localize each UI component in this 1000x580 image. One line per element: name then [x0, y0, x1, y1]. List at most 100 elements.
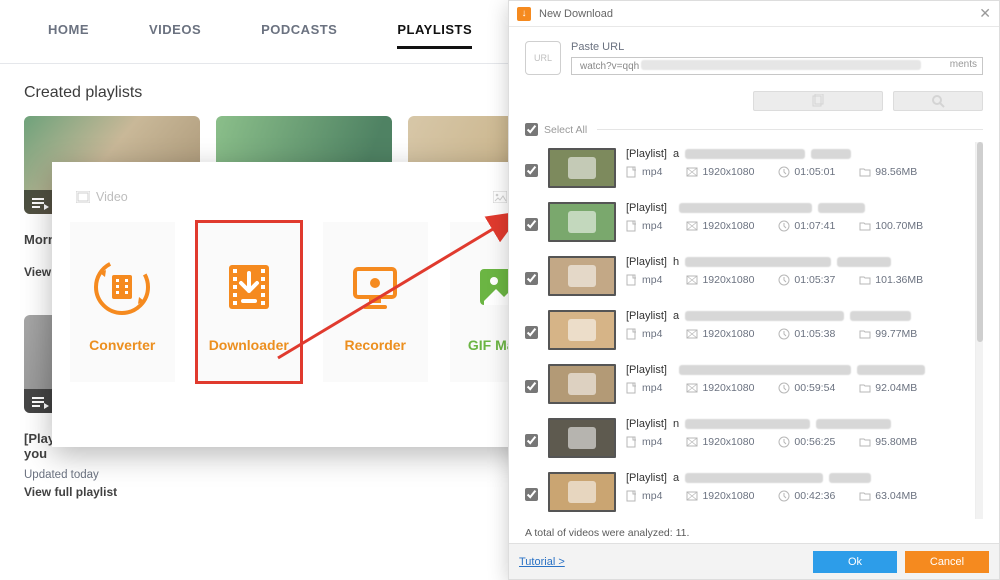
playlist-prefix: [Playlist] [626, 256, 667, 268]
dimension-icon [686, 436, 698, 448]
duration: 00:42:36 [778, 490, 835, 502]
tools-header: Video Image [70, 190, 554, 222]
search-button[interactable] [893, 91, 983, 111]
row-checkbox[interactable] [525, 218, 538, 231]
select-all-checkbox[interactable] [525, 123, 538, 136]
file-icon [626, 220, 638, 232]
row-checkbox[interactable] [525, 380, 538, 393]
clock-icon [778, 382, 790, 394]
tool-converter[interactable]: Converter [70, 222, 175, 382]
row-meta: mp41920x108001:07:41100.70MB [626, 220, 973, 232]
file-icon [626, 166, 638, 178]
playlist-prefix: [Playlist] [626, 202, 667, 214]
list-wrap: [Playlist]amp41920x108001:05:0198.56MB[P… [525, 142, 983, 519]
paste-url-label: Paste URL [571, 41, 983, 53]
playlist-icon [32, 196, 50, 210]
resolution: 1920x1080 [686, 220, 754, 232]
row-title: [Playlist] [626, 364, 973, 376]
format-badge: mp4 [626, 166, 662, 178]
video-list: [Playlist]amp41920x108001:05:0198.56MB[P… [525, 142, 983, 519]
dimension-icon [686, 490, 698, 502]
video-thumbnail[interactable] [548, 148, 616, 188]
resolution: 1920x1080 [686, 166, 754, 178]
row-checkbox[interactable] [525, 488, 538, 501]
video-thumbnail[interactable] [548, 202, 616, 242]
dimension-icon [686, 274, 698, 286]
row-main: [Playlist]amp41920x108001:05:0198.56MB [626, 148, 973, 178]
filesize: 100.70MB [859, 220, 923, 232]
video-row: [Playlist]mp41920x108001:07:41100.70MB [525, 196, 973, 250]
file-icon [626, 274, 638, 286]
row-title: [Playlist]a [626, 472, 973, 484]
folder-icon [859, 220, 871, 232]
scrollbar[interactable] [975, 142, 983, 519]
close-icon[interactable]: ✕ [979, 5, 991, 22]
row-meta: mp41920x108001:05:0198.56MB [626, 166, 973, 178]
modal-title: New Download [539, 8, 613, 20]
row-main: [Playlist]amp41920x108000:42:3663.04MB [626, 472, 973, 502]
tab-playlists[interactable]: PLAYLISTS [397, 22, 472, 47]
dimension-icon [686, 328, 698, 340]
tab-podcasts[interactable]: PODCASTS [261, 22, 337, 47]
title-blur [837, 257, 891, 267]
folder-icon [859, 166, 871, 178]
title-letter: n [673, 418, 679, 430]
title-blur [857, 365, 925, 375]
video-thumbnail[interactable] [548, 472, 616, 512]
title-letter: a [673, 310, 679, 322]
row-title: [Playlist]a [626, 148, 973, 160]
video-section-text: Video [96, 190, 128, 204]
video-row: [Playlist]mp41920x108000:59:5492.04MB [525, 358, 973, 412]
dimension-icon [686, 220, 698, 232]
resolution: 1920x1080 [686, 328, 754, 340]
filesize: 63.04MB [859, 490, 917, 502]
row-title: [Playlist]h [626, 256, 973, 268]
row-main: [Playlist]amp41920x108001:05:3899.77MB [626, 310, 973, 340]
video-row: [Playlist]nmp41920x108000:56:2595.80MB [525, 412, 973, 466]
video-thumbnail[interactable] [548, 418, 616, 458]
duration: 00:59:54 [778, 382, 835, 394]
select-all-row: Select All [525, 123, 983, 136]
file-icon [626, 436, 638, 448]
tool-downloader[interactable]: Downloader [197, 222, 302, 382]
modal-body: URL Paste URL ments Select All [509, 27, 999, 543]
scrollbar-thumb[interactable] [977, 142, 983, 342]
paste-analyze-button[interactable] [753, 91, 883, 111]
video-row: [Playlist]amp41920x108001:05:3899.77MB [525, 304, 973, 358]
playlist-prefix: [Playlist] [626, 418, 667, 430]
format-badge: mp4 [626, 490, 662, 502]
tab-home[interactable]: HOME [48, 22, 89, 47]
row-title: [Playlist] n [626, 418, 973, 430]
video-thumbnail[interactable] [548, 256, 616, 296]
modal-action-buttons [525, 91, 983, 111]
filesize: 95.80MB [859, 436, 917, 448]
video-thumbnail[interactable] [548, 364, 616, 404]
title-blur [816, 419, 891, 429]
format-badge: mp4 [626, 274, 662, 286]
cancel-button[interactable]: Cancel [905, 551, 989, 573]
row-checkbox[interactable] [525, 164, 538, 177]
tutorial-link[interactable]: Tutorial > [519, 556, 565, 568]
duration: 00:56:25 [778, 436, 835, 448]
file-icon [626, 382, 638, 394]
file-icon [626, 328, 638, 340]
ok-button[interactable]: Ok [813, 551, 897, 573]
title-letter: a [673, 472, 679, 484]
dimension-icon [686, 166, 698, 178]
tool-recorder[interactable]: Recorder [323, 222, 428, 382]
format-badge: mp4 [626, 328, 662, 340]
row-checkbox[interactable] [525, 272, 538, 285]
folder-icon [859, 490, 871, 502]
format-badge: mp4 [626, 220, 662, 232]
select-all-label: Select All [544, 124, 587, 136]
row-checkbox[interactable] [525, 434, 538, 447]
resolution: 1920x1080 [686, 382, 754, 394]
row-main: [Playlist]mp41920x108000:59:5492.04MB [626, 364, 973, 394]
url-blur [641, 60, 921, 70]
playlist-icon [32, 395, 50, 409]
video-thumbnail[interactable] [548, 310, 616, 350]
folder-icon [859, 382, 871, 394]
tab-videos[interactable]: VIDEOS [149, 22, 201, 47]
paste-row: URL Paste URL ments [525, 41, 983, 75]
row-checkbox[interactable] [525, 326, 538, 339]
